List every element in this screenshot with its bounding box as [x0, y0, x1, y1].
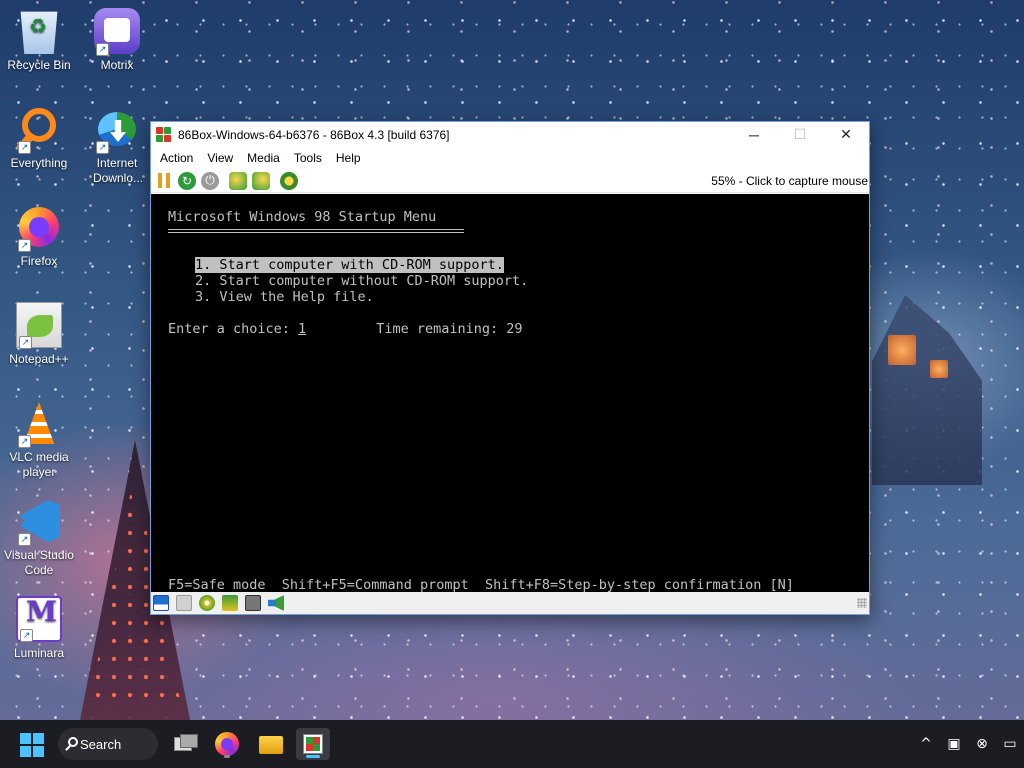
dos-time-label: Time remaining: [376, 321, 507, 337]
wallpaper-house [872, 295, 982, 485]
recycle-bin-icon: ♻ [20, 11, 58, 54]
desktop-icon-label: Firefox [20, 254, 58, 268]
taskbar-file-explorer[interactable] [254, 728, 288, 760]
everything-icon: ↗ [15, 106, 62, 154]
86box-icon [303, 734, 323, 754]
network-tray-icon[interactable]: ▣ [940, 736, 968, 752]
86box-window: 86Box-Windows-64-b6376 - 86Box 4.3 [buil… [150, 121, 870, 615]
desktop-icon-label: Notepad++ [9, 352, 69, 366]
system-tray: ^ ▣ ⊗ ▭ [912, 720, 1024, 768]
dos-prompt-line: Enter a choice: 1 Time remaining: 29 [168, 321, 523, 337]
taskbar-86box[interactable] [296, 728, 330, 760]
desktop-icon-notepad-plus-plus[interactable]: ↗ Notepad++ [0, 302, 78, 367]
menubar: Action View Media Tools Help [151, 147, 869, 169]
search-icon [68, 737, 78, 747]
emulator-screen[interactable]: Microsoft Windows 98 Startup Menu 1. Sta… [151, 194, 869, 594]
desktop-icon-firefox[interactable]: ↗ Firefox [0, 204, 78, 269]
vlc-icon: ↗ [16, 400, 62, 448]
desktop-icon-label: Everything [10, 156, 68, 170]
menu-view[interactable]: View [200, 148, 240, 168]
desktop-icon-everything[interactable]: ↗ Everything [0, 106, 78, 171]
hard-reset-button[interactable]: ↻ [178, 171, 196, 190]
luminara-icon: M ↗ [16, 596, 62, 642]
dos-footer: F5=Safe mode Shift+F5=Command prompt Shi… [168, 577, 794, 593]
86box-app-icon [156, 126, 172, 143]
sound-icon[interactable] [268, 595, 284, 611]
folder-icon [259, 736, 283, 754]
menu-tools[interactable]: Tools [287, 148, 329, 168]
power-icon: ⏻ [205, 173, 215, 187]
desktop-icon-label: Motrix [100, 58, 134, 72]
hard-disk-icon[interactable] [222, 595, 238, 611]
motrix-icon: ↗ [94, 8, 140, 56]
menu-media[interactable]: Media [240, 148, 287, 168]
firefox-icon: ↗ [16, 204, 62, 252]
capture-mouse-hint[interactable]: 55% - Click to capture mouse [711, 174, 869, 188]
desktop-icon-vlc[interactable]: ↗ VLC media player [0, 400, 78, 480]
show-hidden-icons-chevron-icon[interactable]: ^ [912, 736, 940, 752]
dos-choice-input[interactable]: 1 [298, 321, 306, 337]
menu-action[interactable]: Action [153, 148, 200, 168]
notification-icon[interactable]: ▭ [996, 736, 1024, 752]
desktop-icon-label: Visual Studio Code [4, 548, 74, 577]
dos-prompt-label: Enter a choice: [168, 321, 299, 337]
desktop-icon-label: Luminara [13, 646, 65, 660]
reset-icon: ↻ [181, 173, 193, 188]
start-button[interactable] [20, 733, 44, 757]
desktop-icon-recycle-bin[interactable]: ♻ Recycle Bin [0, 8, 78, 73]
taskbar: Search ^ ▣ ⊗ ▭ [0, 720, 1024, 768]
desktop-icon-label: Internet Downlo... [93, 156, 144, 185]
window-title: 86Box-Windows-64-b6376 - 86Box 4.3 [buil… [178, 127, 450, 142]
dos-option-1[interactable]: 1. Start computer with CD-ROM support. [195, 257, 504, 273]
window-titlebar[interactable]: 86Box-Windows-64-b6376 - 86Box 4.3 [buil… [151, 122, 869, 147]
cdrom-drive-icon[interactable] [199, 595, 215, 611]
minimize-button[interactable]: ─ [731, 122, 777, 147]
maximize-button[interactable]: ☐ [777, 122, 823, 147]
wallpaper-house-window [888, 335, 916, 365]
pause-icon [158, 173, 170, 188]
power-button[interactable]: ⏻ [201, 171, 219, 190]
pause-button[interactable] [155, 172, 173, 190]
desktop-icon-internet-download-manager[interactable]: ↗ Internet Downlo... [78, 106, 156, 186]
desktop-icon-label: Recycle Bin [7, 58, 71, 72]
dos-time-remaining: 29 [506, 321, 523, 337]
taskbar-search[interactable]: Search [58, 728, 158, 760]
search-label: Search [80, 736, 122, 752]
resize-grip[interactable] [857, 598, 867, 608]
toolbar: ↻ ⏻ 55% - Click to capture mouse [151, 169, 869, 193]
desktop-icon-vscode[interactable]: ↗ Visual Studio Code [0, 498, 78, 578]
taskbar-firefox[interactable] [210, 728, 244, 760]
ctrl-alt-esc-button[interactable] [252, 171, 270, 190]
internet-download-manager-icon: ↗ [94, 106, 140, 154]
settings-button[interactable] [280, 171, 298, 190]
network-icon[interactable] [245, 595, 261, 611]
dos-option-3[interactable]: 3. View the Help file. [195, 289, 374, 305]
vscode-icon: ↗ [16, 498, 62, 546]
desktop-icon-label: VLC media player [9, 450, 69, 479]
floppy-drive-2-icon[interactable] [176, 595, 192, 611]
dos-menu-title: Microsoft Windows 98 Startup Menu [168, 209, 437, 225]
wallpaper-house-window [930, 360, 948, 378]
volume-muted-icon[interactable]: ⊗ [968, 736, 996, 752]
dos-option-2[interactable]: 2. Start computer without CD-ROM support… [195, 273, 528, 289]
close-button[interactable]: ✕ [823, 122, 869, 147]
desktop-icon-motrix[interactable]: ↗ Motrix [78, 8, 156, 73]
task-view-button[interactable] [168, 728, 202, 760]
notepad-plus-plus-icon: ↗ [16, 302, 62, 349]
floppy-drive-icon[interactable] [153, 595, 169, 611]
desktop-icon-luminara[interactable]: M ↗ Luminara [0, 596, 78, 661]
statusbar [151, 592, 869, 614]
menu-help[interactable]: Help [329, 148, 368, 168]
ctrl-alt-del-button[interactable] [229, 171, 247, 190]
dos-title-underline [168, 229, 464, 233]
